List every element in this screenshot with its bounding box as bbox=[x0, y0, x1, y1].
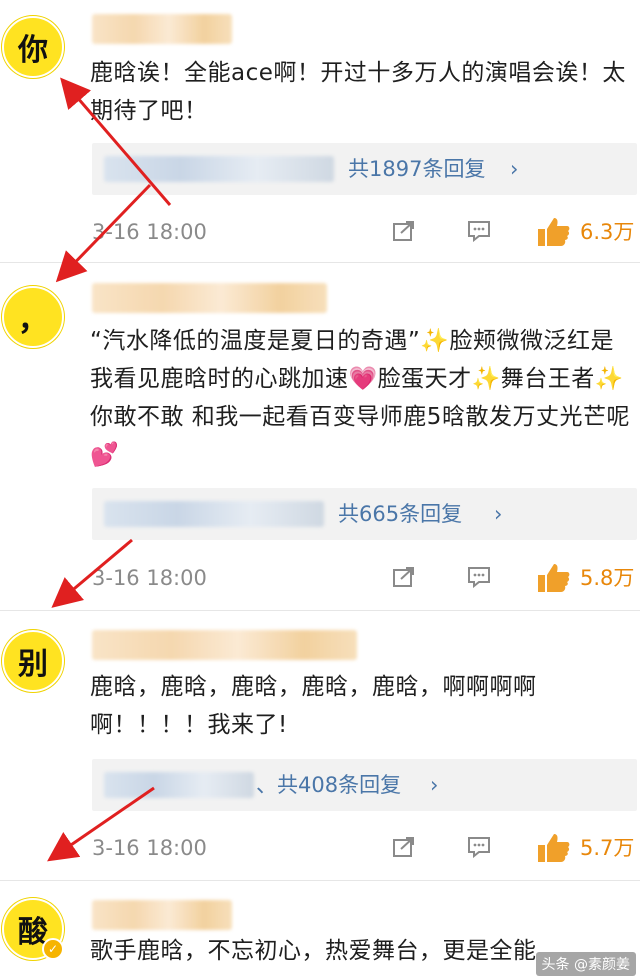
reply-summary[interactable]: 、共408条回复 › bbox=[92, 759, 637, 811]
share-icon[interactable] bbox=[392, 566, 416, 588]
chevron-right-icon: › bbox=[494, 502, 503, 526]
like-count: 6.3万 bbox=[580, 220, 635, 244]
verified-badge-icon: ✓ bbox=[42, 938, 64, 960]
avatar[interactable]: 别 bbox=[2, 630, 64, 692]
thumbs-up-icon[interactable] bbox=[537, 832, 571, 864]
timestamp: 3-16 18:00 bbox=[92, 220, 207, 244]
chevron-right-icon: › bbox=[510, 157, 519, 181]
comment-meta: 3-16 18:00 5.7万 bbox=[92, 830, 637, 866]
timestamp: 3-16 18:00 bbox=[92, 836, 207, 860]
reply-summary[interactable]: 共1897条回复 › bbox=[92, 143, 637, 195]
comment-icon[interactable] bbox=[467, 566, 491, 588]
reply-summary[interactable]: 共665条回复 › bbox=[92, 488, 637, 540]
chevron-right-icon: › bbox=[430, 773, 439, 797]
username-blurred[interactable] bbox=[92, 630, 357, 660]
divider bbox=[0, 880, 640, 881]
avatar-character: ， bbox=[18, 303, 48, 338]
like-count: 5.7万 bbox=[580, 836, 635, 860]
avatar-character: 你 bbox=[18, 33, 48, 68]
comment-text: 鹿晗诶！全能ace啊！开过十多万人的演唱会诶！太期待了吧！ bbox=[90, 60, 626, 124]
comment-meta: 3-16 18:00 5.8万 bbox=[92, 560, 637, 596]
reply-preview-blurred bbox=[104, 772, 254, 798]
like-count: 5.8万 bbox=[580, 566, 635, 590]
comment-text: “汽水降低的温度是夏日的奇遇”✨脸颊微微泛红是我看见鹿晗时的心跳加速💗脸蛋天才✨… bbox=[90, 328, 630, 468]
comment-icon[interactable] bbox=[467, 836, 491, 858]
thumbs-up-icon[interactable] bbox=[537, 216, 571, 248]
reply-preview-blurred bbox=[104, 501, 324, 527]
reply-count[interactable]: 共665条回复 bbox=[338, 488, 462, 540]
reply-count[interactable]: 、共408条回复 bbox=[256, 759, 401, 811]
timestamp: 3-16 18:00 bbox=[92, 566, 207, 590]
avatar[interactable]: 你 bbox=[2, 16, 64, 78]
username-blurred[interactable] bbox=[92, 900, 232, 930]
divider bbox=[0, 262, 640, 263]
comment-meta: 3-16 18:00 6.3万 bbox=[92, 214, 637, 250]
comment-icon[interactable] bbox=[467, 220, 491, 242]
thumbs-up-icon[interactable] bbox=[537, 562, 571, 594]
reply-count[interactable]: 共1897条回复 bbox=[348, 143, 485, 195]
share-icon[interactable] bbox=[392, 220, 416, 242]
comment-text: 鹿晗，鹿晗，鹿晗，鹿晗，鹿晗，啊啊啊啊啊！！！！我来了! bbox=[90, 674, 537, 738]
avatar[interactable]: ， bbox=[2, 286, 64, 348]
reply-preview-blurred bbox=[104, 156, 334, 182]
share-icon[interactable] bbox=[392, 836, 416, 858]
username-blurred[interactable] bbox=[92, 283, 327, 313]
watermark: 头条 @素颜姜 bbox=[535, 952, 636, 976]
username-blurred[interactable] bbox=[92, 14, 232, 44]
divider bbox=[0, 610, 640, 611]
avatar[interactable]: 酸 ✓ bbox=[2, 898, 64, 960]
avatar-character: 别 bbox=[18, 647, 48, 682]
